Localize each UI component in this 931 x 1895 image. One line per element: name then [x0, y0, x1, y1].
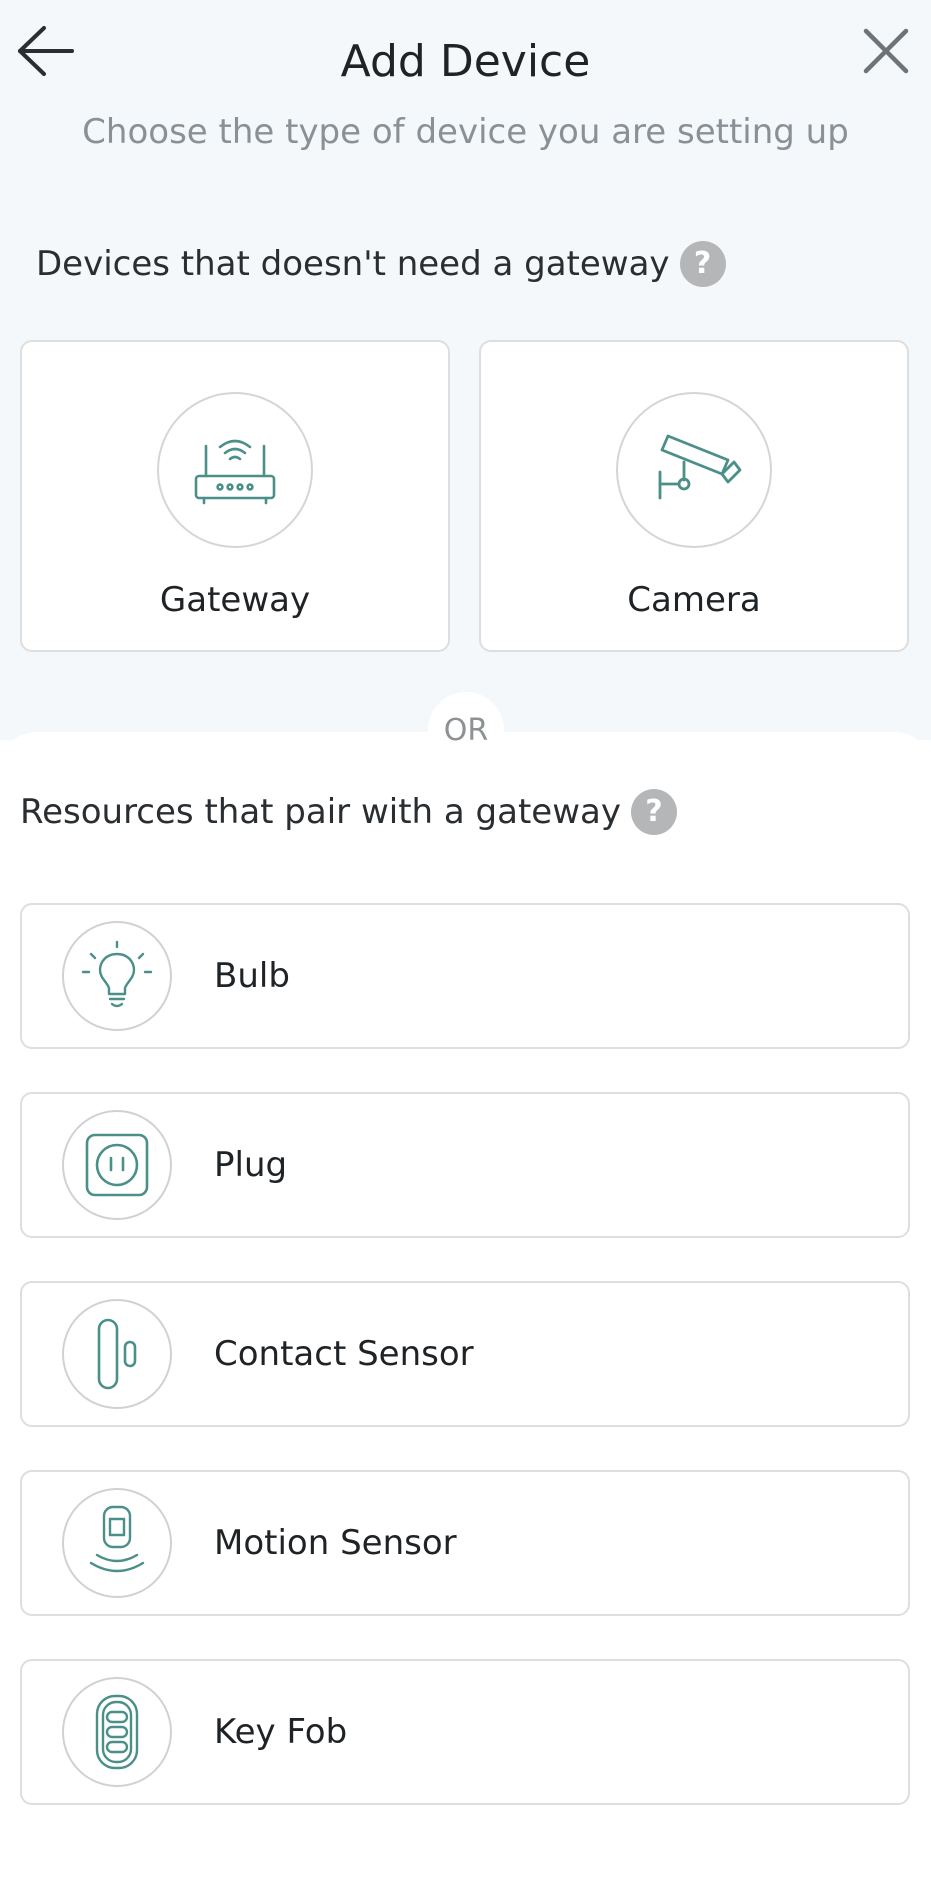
plug-label: Plug — [214, 1145, 288, 1185]
resource-item-bulb[interactable]: Bulb — [20, 903, 910, 1049]
bulb-icon-circle — [62, 921, 172, 1031]
page-title: Add Device — [340, 36, 591, 87]
plug-icon-circle — [62, 1110, 172, 1220]
gateway-heading-text: Resources that pair with a gateway — [20, 792, 621, 832]
key-fob-icon-circle — [62, 1677, 172, 1787]
motion-sensor-icon-circle — [62, 1488, 172, 1598]
no-gateway-heading-text: Devices that doesn't need a gateway — [36, 244, 670, 284]
resource-item-contact-sensor[interactable]: Contact Sensor — [20, 1281, 910, 1427]
camera-label: Camera — [627, 580, 761, 620]
bulb-label: Bulb — [214, 956, 290, 996]
router-icon — [194, 439, 276, 505]
or-divider: OR — [428, 692, 504, 768]
page-subtitle: Choose the type of device you are settin… — [82, 112, 849, 152]
security-camera-icon — [658, 434, 742, 500]
resource-item-plug[interactable]: Plug — [20, 1092, 910, 1238]
camera-tile[interactable]: Camera — [479, 340, 909, 652]
plug-icon — [85, 1133, 149, 1197]
motion-sensor-icon — [89, 1505, 145, 1573]
motion-sensor-label: Motion Sensor — [214, 1523, 457, 1563]
close-button[interactable] — [855, 20, 917, 82]
help-icon[interactable]: ? — [630, 789, 677, 835]
contact-sensor-icon — [97, 1318, 137, 1390]
resource-item-key-fob[interactable]: Key Fob — [20, 1659, 910, 1805]
camera-icon-circle — [616, 392, 772, 548]
close-icon — [863, 28, 909, 74]
key-fob-label: Key Fob — [214, 1712, 348, 1752]
help-icon[interactable]: ? — [679, 241, 726, 287]
no-gateway-section-heading: Devices that doesn't need a gateway ? — [36, 240, 726, 288]
contact-sensor-label: Contact Sensor — [214, 1334, 474, 1374]
contact-sensor-icon-circle — [62, 1299, 172, 1409]
key-fob-icon — [95, 1694, 139, 1770]
gateway-section-heading: Resources that pair with a gateway ? — [20, 788, 677, 836]
resource-item-motion-sensor[interactable]: Motion Sensor — [20, 1470, 910, 1616]
gateway-icon-circle — [157, 392, 313, 548]
gateway-label: Gateway — [159, 580, 311, 620]
bulb-icon — [81, 940, 153, 1008]
gateway-tile[interactable]: Gateway — [20, 340, 450, 652]
